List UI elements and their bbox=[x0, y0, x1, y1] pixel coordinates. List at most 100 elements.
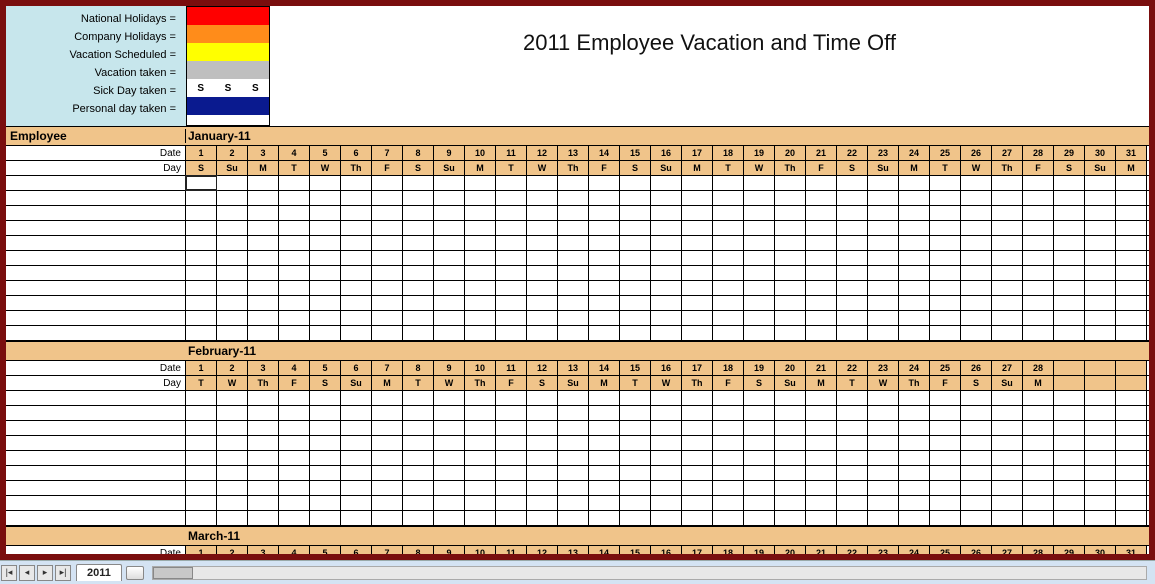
day-cell[interactable] bbox=[186, 281, 217, 295]
day-cell[interactable] bbox=[961, 221, 992, 235]
day-cell[interactable] bbox=[496, 176, 527, 190]
day-cell[interactable] bbox=[434, 421, 465, 435]
day-cell[interactable] bbox=[775, 221, 806, 235]
day-cell[interactable] bbox=[1054, 466, 1085, 480]
day-cell[interactable] bbox=[279, 481, 310, 495]
day-cell[interactable] bbox=[744, 236, 775, 250]
day-cell[interactable] bbox=[1054, 326, 1085, 340]
employee-cell[interactable] bbox=[6, 176, 186, 190]
day-cell[interactable] bbox=[775, 391, 806, 405]
day-cell[interactable] bbox=[465, 326, 496, 340]
day-cell[interactable] bbox=[1023, 451, 1054, 465]
day-cell[interactable] bbox=[1085, 436, 1116, 450]
day-cell[interactable] bbox=[1023, 206, 1054, 220]
day-cell[interactable] bbox=[558, 391, 589, 405]
day-cell[interactable] bbox=[744, 481, 775, 495]
day-cell[interactable] bbox=[1054, 221, 1085, 235]
day-cell[interactable] bbox=[682, 236, 713, 250]
day-cell[interactable] bbox=[1116, 311, 1147, 325]
day-cell[interactable] bbox=[310, 406, 341, 420]
day-cell[interactable] bbox=[310, 511, 341, 525]
day-cell[interactable] bbox=[434, 311, 465, 325]
day-cell[interactable] bbox=[992, 496, 1023, 510]
day-cell[interactable] bbox=[434, 251, 465, 265]
day-cell[interactable] bbox=[961, 251, 992, 265]
day-cell[interactable] bbox=[434, 436, 465, 450]
day-cell[interactable] bbox=[651, 406, 682, 420]
employee-cell[interactable] bbox=[6, 451, 186, 465]
day-cell[interactable] bbox=[527, 391, 558, 405]
day-cell[interactable] bbox=[620, 451, 651, 465]
day-cell[interactable] bbox=[744, 436, 775, 450]
day-cell[interactable] bbox=[217, 496, 248, 510]
day-cell[interactable] bbox=[1116, 236, 1147, 250]
day-cell[interactable] bbox=[868, 436, 899, 450]
day-cell[interactable] bbox=[248, 206, 279, 220]
day-cell[interactable] bbox=[527, 251, 558, 265]
day-cell[interactable] bbox=[1023, 326, 1054, 340]
day-cell[interactable] bbox=[899, 191, 930, 205]
day-cell[interactable] bbox=[682, 496, 713, 510]
employee-cell[interactable] bbox=[6, 266, 186, 280]
day-cell[interactable] bbox=[589, 311, 620, 325]
day-cell[interactable] bbox=[713, 266, 744, 280]
day-cell[interactable] bbox=[217, 326, 248, 340]
day-cell[interactable] bbox=[744, 176, 775, 190]
day-cell[interactable] bbox=[186, 391, 217, 405]
day-cell[interactable] bbox=[868, 281, 899, 295]
day-cell[interactable] bbox=[310, 266, 341, 280]
day-cell[interactable] bbox=[558, 421, 589, 435]
day-cell[interactable] bbox=[186, 206, 217, 220]
day-cell[interactable] bbox=[713, 176, 744, 190]
day-cell[interactable] bbox=[1085, 266, 1116, 280]
day-cell[interactable] bbox=[558, 206, 589, 220]
day-cell[interactable] bbox=[868, 326, 899, 340]
day-cell[interactable] bbox=[1023, 436, 1054, 450]
day-cell[interactable] bbox=[186, 311, 217, 325]
day-cell[interactable] bbox=[558, 311, 589, 325]
day-cell[interactable] bbox=[961, 266, 992, 280]
day-cell[interactable] bbox=[465, 236, 496, 250]
day-cell[interactable] bbox=[775, 281, 806, 295]
day-cell[interactable] bbox=[248, 236, 279, 250]
employee-cell[interactable] bbox=[6, 191, 186, 205]
day-cell[interactable] bbox=[744, 206, 775, 220]
day-cell[interactable] bbox=[775, 466, 806, 480]
day-cell[interactable] bbox=[899, 311, 930, 325]
day-cell[interactable] bbox=[558, 496, 589, 510]
day-cell[interactable] bbox=[310, 326, 341, 340]
day-cell[interactable] bbox=[217, 391, 248, 405]
day-cell[interactable] bbox=[1116, 436, 1147, 450]
day-cell[interactable] bbox=[217, 221, 248, 235]
day-cell[interactable] bbox=[527, 481, 558, 495]
day-cell[interactable] bbox=[310, 496, 341, 510]
day-cell[interactable] bbox=[868, 451, 899, 465]
day-cell[interactable] bbox=[930, 221, 961, 235]
day-cell[interactable] bbox=[310, 481, 341, 495]
day-cell[interactable] bbox=[434, 496, 465, 510]
day-cell[interactable] bbox=[1054, 266, 1085, 280]
day-cell[interactable] bbox=[1085, 251, 1116, 265]
employee-cell[interactable] bbox=[6, 466, 186, 480]
day-cell[interactable] bbox=[651, 311, 682, 325]
day-cell[interactable] bbox=[434, 481, 465, 495]
day-cell[interactable] bbox=[899, 281, 930, 295]
day-cell[interactable] bbox=[372, 391, 403, 405]
day-cell[interactable] bbox=[837, 466, 868, 480]
day-cell[interactable] bbox=[279, 406, 310, 420]
day-cell[interactable] bbox=[589, 481, 620, 495]
day-cell[interactable] bbox=[651, 281, 682, 295]
day-cell[interactable] bbox=[279, 421, 310, 435]
day-cell[interactable] bbox=[682, 511, 713, 525]
day-cell[interactable] bbox=[465, 176, 496, 190]
day-cell[interactable] bbox=[806, 481, 837, 495]
employee-cell[interactable] bbox=[6, 281, 186, 295]
day-cell[interactable] bbox=[1085, 481, 1116, 495]
day-cell[interactable] bbox=[1023, 391, 1054, 405]
day-cell[interactable] bbox=[372, 406, 403, 420]
employee-cell[interactable] bbox=[6, 221, 186, 235]
day-cell[interactable] bbox=[868, 511, 899, 525]
day-cell[interactable] bbox=[620, 391, 651, 405]
day-cell[interactable] bbox=[744, 251, 775, 265]
day-cell[interactable] bbox=[1085, 421, 1116, 435]
